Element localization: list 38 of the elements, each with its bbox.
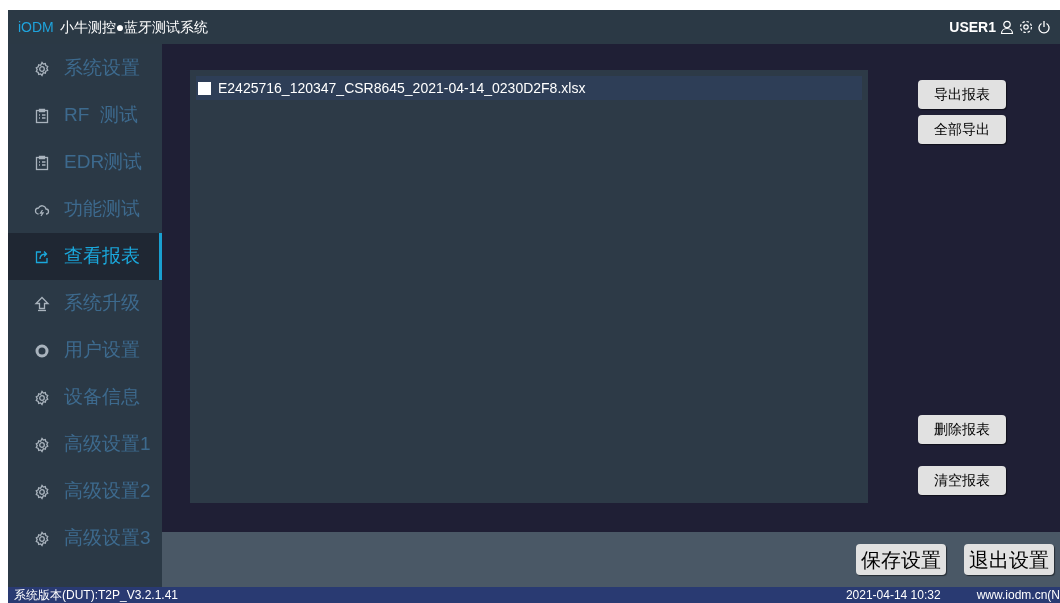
action-button[interactable]: 保存设置 <box>856 544 946 575</box>
settings-icon[interactable] <box>1019 20 1033 34</box>
action-button[interactable]: 导出报表 <box>918 80 1006 109</box>
ring-icon <box>34 342 50 359</box>
action-button[interactable]: 清空报表 <box>918 466 1006 495</box>
gear-icon <box>34 436 50 453</box>
checkbox[interactable] <box>198 81 211 95</box>
clipboard-icon <box>34 154 50 171</box>
window-title: 小牛测控●蓝牙测试系统 <box>59 17 209 37</box>
brand-name: iODM <box>18 17 54 37</box>
sidebar-item[interactable]: 系统设置 <box>8 45 162 92</box>
gear-icon <box>34 60 50 77</box>
power-icon[interactable] <box>1038 20 1050 34</box>
version-text: 系统版本(DUT):T2P_V3.2.1.41 <box>13 587 179 603</box>
sidebar-item[interactable]: 高级设置3 <box>8 515 162 562</box>
upload-icon <box>34 295 50 312</box>
user-name: USER1 <box>949 17 996 37</box>
gear-icon <box>34 483 50 500</box>
sidebar-item[interactable]: 设备信息 <box>8 374 162 421</box>
sidebar-item[interactable]: 查看报表 <box>8 233 162 280</box>
export-icon <box>34 248 50 265</box>
sidebar-item[interactable]: 高级设置1 <box>8 421 162 468</box>
action-button[interactable]: 删除报表 <box>918 415 1006 444</box>
sidebar-item[interactable]: 高级设置2 <box>8 468 162 515</box>
website-text: www.iodm.cn(N <box>976 587 1060 603</box>
gear-icon <box>34 530 50 547</box>
clipboard-icon <box>34 107 50 124</box>
user-icon[interactable] <box>1000 20 1014 34</box>
sidebar-item[interactable]: 用户设置 <box>8 327 162 374</box>
sidebar-item[interactable]: 系统升级 <box>8 280 162 327</box>
action-button[interactable]: 全部导出 <box>918 115 1006 144</box>
datetime-text: 2021-04-14 10:32 <box>845 587 941 603</box>
action-button[interactable]: 退出设置 <box>964 544 1054 575</box>
sidebar-item[interactable]: EDR测试 <box>8 139 162 186</box>
file-row[interactable]: E2425716_120347_CSR8645_2021-04-14_0230D2F8.xlsx <box>196 76 862 100</box>
sidebar-item[interactable]: 功能测试 <box>8 186 162 233</box>
gear-icon <box>34 389 50 406</box>
sidebar-item[interactable]: RF 测试 <box>8 92 162 139</box>
